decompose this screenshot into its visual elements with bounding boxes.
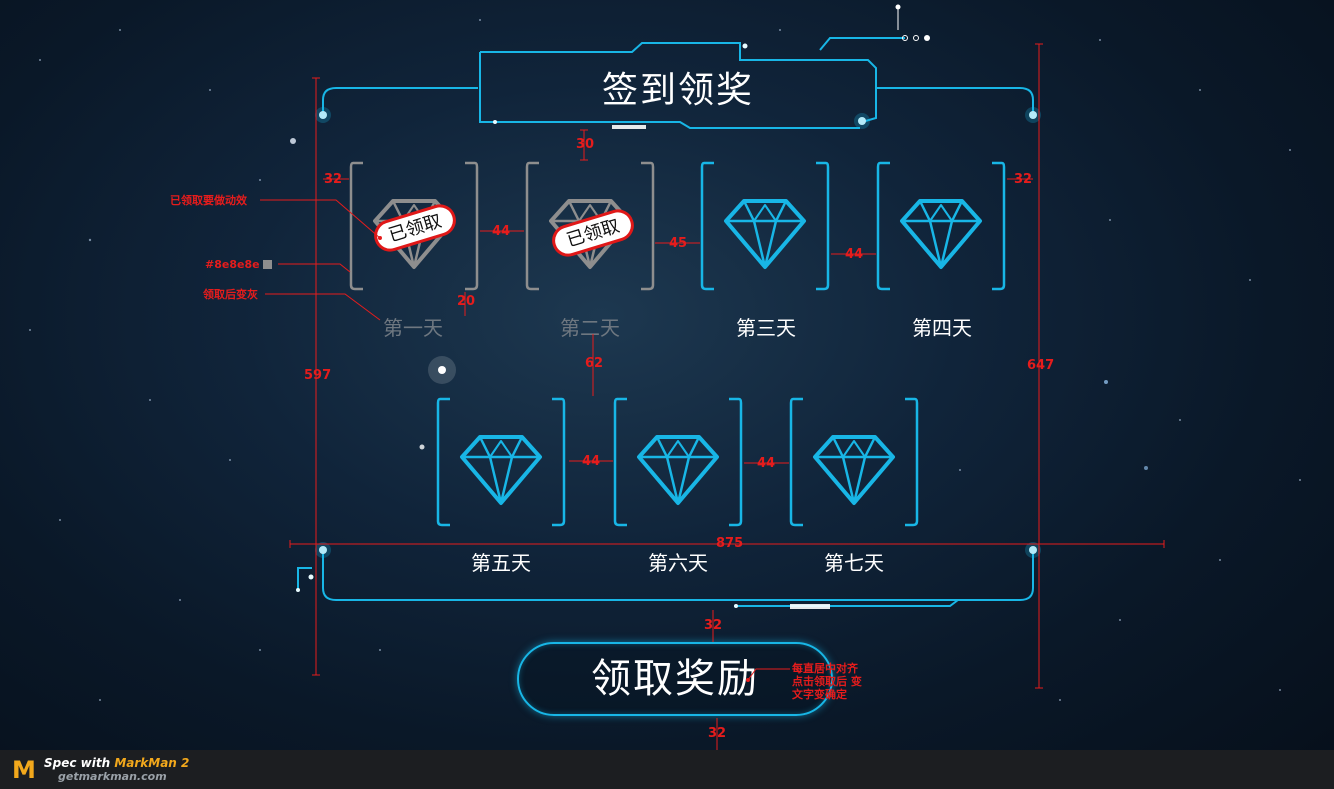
dim-label-gap: 20 xyxy=(457,294,476,309)
dim-row-gap: 62 xyxy=(585,356,604,371)
footer-site: getmarkman.com xyxy=(58,770,167,783)
dim-total-height: 647 xyxy=(1027,358,1055,373)
dim-panel-height: 597 xyxy=(304,368,332,383)
dim-button-bottom-gap: 32 xyxy=(708,726,727,741)
dim-gap-6-7: 44 xyxy=(757,456,776,471)
dim-title-gap: 30 xyxy=(576,137,595,152)
dim-button-top-gap: 32 xyxy=(704,618,723,633)
stamp-animation-note: 已领取要做动效 xyxy=(170,194,247,207)
dim-gap-3-4: 44 xyxy=(845,247,864,262)
dim-gap-5-6: 44 xyxy=(582,454,601,469)
footer-brand: Spec with MarkMan 2 xyxy=(44,756,190,770)
markman-footer: M Spec with MarkMan 2 getmarkman.com xyxy=(0,750,1334,789)
gray-color-note: #8e8e8e xyxy=(205,258,273,271)
dim-gap-1-2: 44 xyxy=(492,224,511,239)
spec-annotation-lines xyxy=(260,43,1165,750)
markman-logo-icon: M xyxy=(12,756,36,784)
dim-gap-2-3: 45 xyxy=(669,236,688,251)
gray-swatch-icon xyxy=(263,260,273,269)
dim-right-margin: 32 xyxy=(1014,172,1033,187)
gray-after-claim-note: 领取后变灰 xyxy=(203,288,258,301)
dim-left-margin: 32 xyxy=(324,172,343,187)
button-note: 每直居中对齐 点击领取后 变 文字变确定 xyxy=(792,662,862,701)
dim-panel-width: 875 xyxy=(716,536,744,551)
